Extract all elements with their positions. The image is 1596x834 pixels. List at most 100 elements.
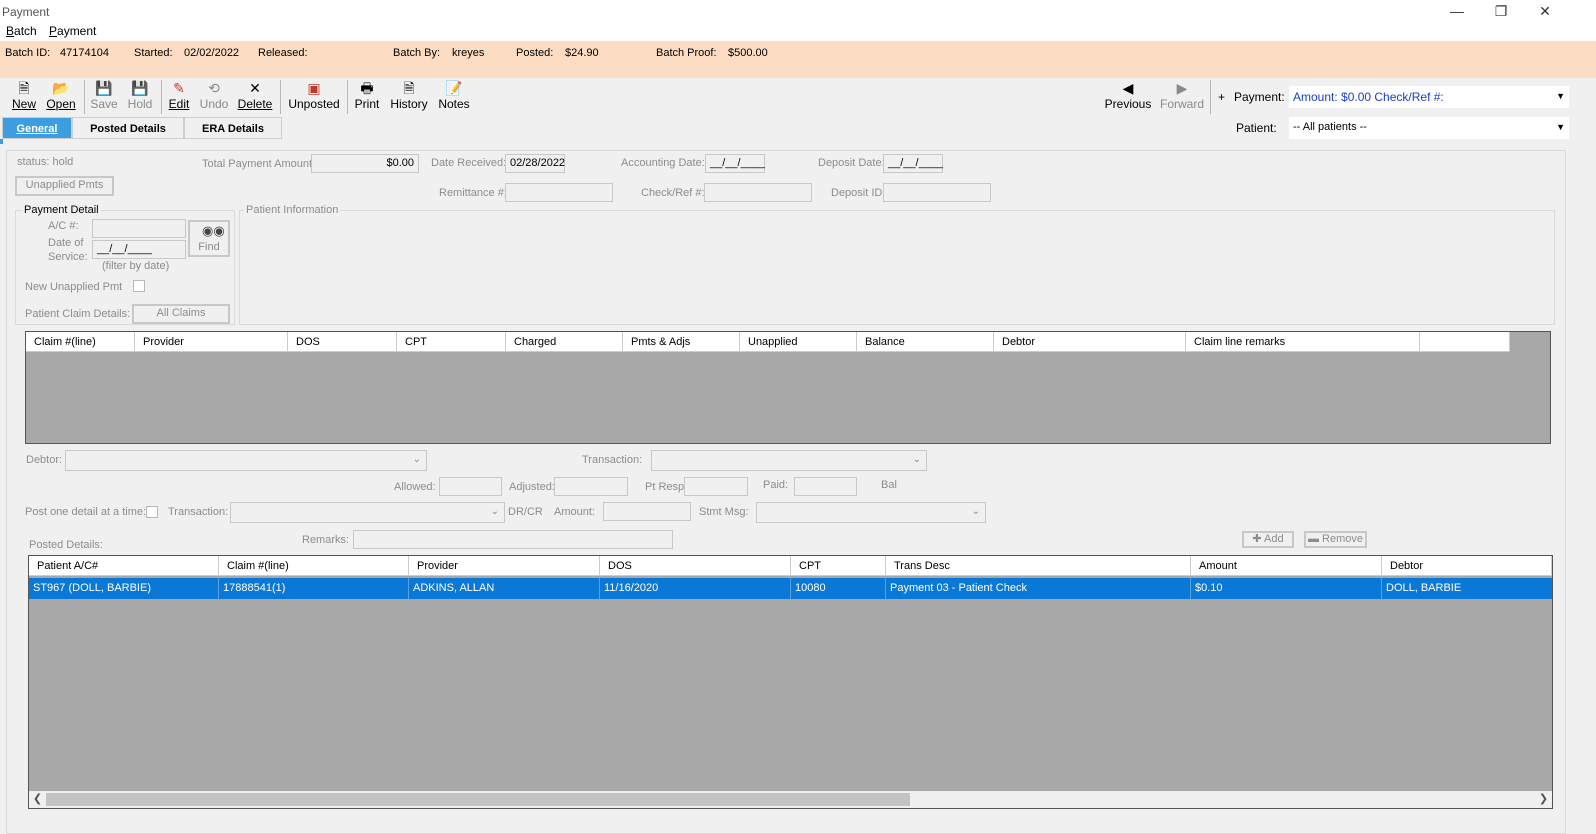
column-header[interactable]: Claim #(line) bbox=[26, 332, 135, 352]
new-button[interactable]: 🗎 New bbox=[10, 80, 38, 111]
column-header[interactable]: Trans Desc bbox=[886, 556, 1191, 576]
pt-resp-field[interactable] bbox=[684, 477, 748, 496]
find-button[interactable]: ◉◉ Find bbox=[188, 220, 230, 257]
patient-combo-label: Patient: bbox=[1236, 121, 1277, 135]
horizontal-scrollbar[interactable]: ❮ ❯ bbox=[29, 791, 1552, 808]
table-cell: Payment 03 - Patient Check bbox=[886, 578, 1191, 599]
deposit-date-field[interactable]: __/__/____ bbox=[883, 154, 943, 173]
payment-combo[interactable]: Amount: $0.00 Check/Ref #: ▼ bbox=[1289, 86, 1569, 108]
tab-posted-details[interactable]: Posted Details bbox=[72, 117, 184, 139]
allowed-field[interactable] bbox=[439, 477, 502, 496]
debtor-dropdown[interactable]: ⌄ bbox=[65, 450, 427, 471]
hold-icon: 💾 bbox=[131, 80, 149, 96]
minimize-icon[interactable]: — bbox=[1444, 2, 1470, 20]
delete-button[interactable]: ✕ Delete bbox=[236, 80, 274, 111]
column-header[interactable]: Debtor bbox=[1382, 556, 1552, 576]
batch-proof-value: $500.00 bbox=[728, 47, 768, 59]
new-unapplied-checkbox[interactable] bbox=[133, 280, 145, 292]
history-icon: 🗎 bbox=[403, 80, 415, 96]
column-header[interactable]: Provider bbox=[135, 332, 288, 352]
table-cell: 17888541(1) bbox=[219, 578, 409, 599]
menu-payment[interactable]: Payment bbox=[49, 24, 96, 38]
forward-button[interactable]: ▶ Forward bbox=[1158, 80, 1206, 111]
check-ref-label: Check/Ref #: bbox=[641, 187, 705, 199]
plus-icon: ✚ bbox=[1252, 533, 1262, 545]
date-of-service-field[interactable]: __/__/____ bbox=[92, 240, 186, 259]
table-cell: ST967 (DOLL, BARBIE) bbox=[29, 578, 219, 599]
toolbar-separator bbox=[84, 80, 85, 114]
column-header[interactable]: Patient A/C# bbox=[29, 556, 219, 576]
history-button[interactable]: 🗎 History bbox=[387, 80, 431, 111]
scroll-left-icon[interactable]: ❮ bbox=[29, 791, 46, 808]
expand-plus-icon[interactable]: + bbox=[1218, 90, 1225, 104]
scrollbar-thumb[interactable] bbox=[46, 793, 910, 806]
column-header[interactable]: Balance bbox=[857, 332, 994, 352]
unposted-button[interactable]: ▣ Unposted bbox=[286, 80, 342, 111]
notes-icon: 📝 bbox=[445, 80, 463, 96]
close-icon[interactable]: ✕ bbox=[1532, 2, 1558, 20]
menu-batch[interactable]: Batch bbox=[6, 24, 37, 38]
column-header[interactable]: Claim #(line) bbox=[219, 556, 409, 576]
save-button[interactable]: 💾 Save bbox=[89, 80, 119, 111]
open-button[interactable]: 📂 Open bbox=[44, 80, 78, 111]
deposit-id-field[interactable] bbox=[883, 183, 991, 202]
column-header[interactable]: Amount bbox=[1191, 556, 1382, 576]
adjusted-field[interactable] bbox=[554, 477, 628, 496]
remittance-field[interactable] bbox=[505, 183, 613, 202]
column-header[interactable]: CPT bbox=[791, 556, 886, 576]
toolbar-separator bbox=[161, 80, 162, 114]
column-header[interactable]: Provider bbox=[409, 556, 600, 576]
column-header[interactable]: Charged bbox=[506, 332, 623, 352]
column-header[interactable]: DOS bbox=[600, 556, 791, 576]
patient-information-group bbox=[239, 210, 1555, 325]
batch-posted-value: $24.90 bbox=[565, 47, 599, 59]
table-cell: 10080 bbox=[791, 578, 886, 599]
transaction2-dropdown[interactable]: ⌄ bbox=[230, 502, 505, 523]
transaction-dropdown[interactable]: ⌄ bbox=[651, 450, 927, 471]
transaction2-label: Transaction: bbox=[168, 506, 229, 518]
open-folder-icon: 📂 bbox=[52, 80, 70, 96]
tab-era-details[interactable]: ERA Details bbox=[184, 117, 282, 139]
restore-icon[interactable]: ❐ bbox=[1488, 2, 1514, 20]
claims-grid[interactable]: Claim #(line) Provider DOS CPT Charged P… bbox=[25, 331, 1551, 444]
toolbar-separator bbox=[1210, 80, 1211, 114]
claims-grid-header: Claim #(line) Provider DOS CPT Charged P… bbox=[26, 332, 1510, 352]
notes-button[interactable]: 📝 Notes bbox=[436, 80, 472, 111]
unapplied-pmts-button[interactable]: Unapplied Pmts bbox=[15, 176, 114, 196]
batch-started-label: Started: bbox=[134, 47, 173, 59]
column-header[interactable]: Pmts & Adjs bbox=[623, 332, 740, 352]
accounting-date-field[interactable]: __/__/____ bbox=[705, 154, 765, 173]
deposit-id-label: Deposit ID: bbox=[831, 187, 886, 199]
table-row[interactable]: ST967 (DOLL, BARBIE) 17888541(1) ADKINS,… bbox=[29, 578, 1552, 599]
column-header[interactable]: CPT bbox=[397, 332, 506, 352]
posted-details-grid[interactable]: Patient A/C# Claim #(line) Provider DOS … bbox=[28, 555, 1553, 809]
previous-button[interactable]: ◀ Previous bbox=[1103, 80, 1153, 111]
column-header[interactable]: Claim line remarks bbox=[1186, 332, 1420, 352]
stmt-msg-dropdown[interactable]: ⌄ bbox=[756, 502, 986, 523]
add-button[interactable]: ✚ Add bbox=[1242, 531, 1294, 548]
patient-combo[interactable]: -- All patients -- ▼ bbox=[1289, 117, 1569, 139]
paid-field[interactable] bbox=[794, 477, 857, 496]
column-header[interactable]: DOS bbox=[288, 332, 397, 352]
ac-number-field[interactable] bbox=[92, 219, 186, 238]
check-ref-field[interactable] bbox=[704, 183, 812, 202]
column-header[interactable]: Debtor bbox=[994, 332, 1186, 352]
edit-button[interactable]: ✎ Edit bbox=[166, 80, 192, 111]
batch-by-label: Batch By: bbox=[393, 47, 441, 59]
column-header[interactable]: Unapplied bbox=[740, 332, 857, 352]
date-received-label: Date Received: bbox=[431, 157, 507, 169]
date-received-field[interactable]: 02/28/2022 bbox=[505, 154, 565, 173]
scroll-right-icon[interactable]: ❯ bbox=[1535, 791, 1552, 808]
amount-field[interactable] bbox=[603, 502, 691, 521]
batch-id-value: 47174104 bbox=[60, 47, 109, 59]
post-one-checkbox[interactable] bbox=[146, 506, 158, 518]
all-claims-button[interactable]: All Claims bbox=[132, 304, 230, 324]
total-payment-field[interactable]: $0.00 bbox=[311, 154, 419, 173]
print-button[interactable]: 🖶 Print bbox=[353, 80, 381, 111]
remove-button[interactable]: ▬ Remove bbox=[1304, 531, 1367, 548]
remarks-field[interactable] bbox=[353, 530, 673, 549]
hold-button[interactable]: 💾 Hold bbox=[124, 80, 156, 111]
debtor-label: Debtor: bbox=[26, 454, 63, 466]
tab-general[interactable]: General bbox=[2, 117, 72, 139]
undo-button[interactable]: ⟲ Undo bbox=[198, 80, 230, 111]
